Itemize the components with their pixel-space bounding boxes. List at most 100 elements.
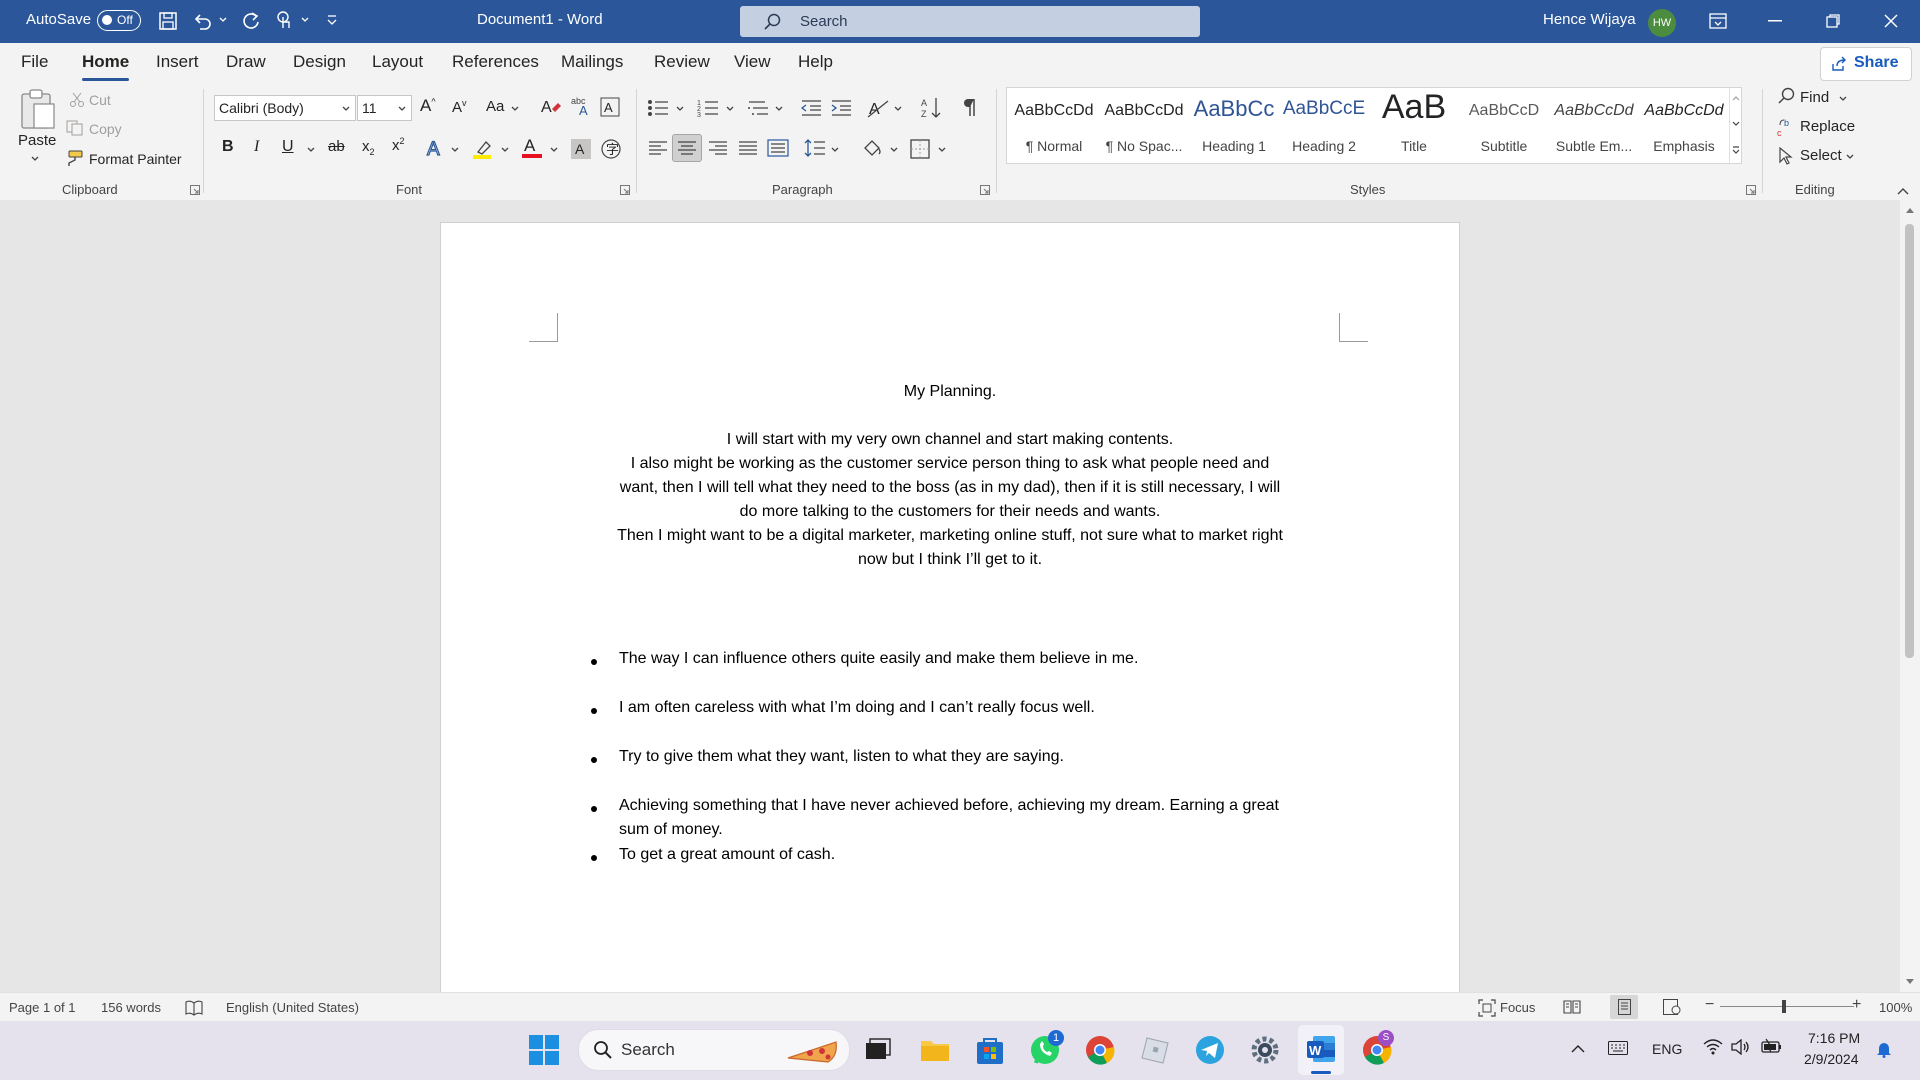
- touch-dropdown-icon[interactable]: [300, 15, 310, 25]
- text-effects-icon[interactable]: A: [425, 138, 447, 158]
- scroll-thumb[interactable]: [1905, 224, 1914, 658]
- doc-paragraph-line[interactable]: want, then I will tell what they need to…: [441, 479, 1459, 497]
- microsoft-store-icon[interactable]: [973, 1033, 1007, 1067]
- doc-paragraph-line[interactable]: I also might be working as the customer …: [441, 455, 1459, 473]
- bullets-icon[interactable]: [647, 99, 669, 117]
- styles-launcher-icon[interactable]: [1746, 185, 1756, 195]
- font-name-select[interactable]: Calibri (Body): [214, 95, 356, 121]
- format-painter-icon[interactable]: [66, 149, 84, 167]
- paragraph-launcher-icon[interactable]: [980, 185, 990, 195]
- restore-icon[interactable]: [1826, 14, 1840, 28]
- format-painter-label[interactable]: Format Painter: [89, 151, 182, 167]
- doc-paragraph-line[interactable]: Then I might want to be a digital market…: [441, 527, 1459, 545]
- clear-formatting-icon[interactable]: A: [540, 97, 562, 117]
- enclose-characters-icon[interactable]: 字: [601, 139, 621, 159]
- proofing-book-icon[interactable]: [185, 1000, 203, 1016]
- tab-design[interactable]: Design: [293, 52, 346, 72]
- tab-file[interactable]: File: [21, 52, 48, 72]
- replace-label[interactable]: Replace: [1800, 118, 1855, 135]
- distributed-icon[interactable]: [767, 139, 789, 157]
- shading-dropdown-icon[interactable]: [889, 146, 899, 154]
- style-title[interactable]: AaB Title: [1369, 88, 1459, 163]
- customize-qat-icon[interactable]: [325, 14, 339, 28]
- notifications-bell-icon[interactable]: [1876, 1040, 1892, 1058]
- user-name[interactable]: Hence Wijaya: [1543, 11, 1636, 28]
- tab-layout[interactable]: Layout: [372, 52, 423, 72]
- tab-insert[interactable]: Insert: [156, 52, 199, 72]
- find-dropdown-icon[interactable]: [1838, 95, 1848, 103]
- strikethrough-icon[interactable]: ab: [328, 138, 345, 155]
- font-launcher-icon[interactable]: [620, 185, 630, 195]
- text-direction-icon[interactable]: A: [866, 97, 890, 119]
- list-item[interactable]: Achieving something that I have never ac…: [619, 797, 1279, 815]
- multilevel-dropdown-icon[interactable]: [774, 105, 784, 113]
- font-color-dropdown-icon[interactable]: [549, 146, 559, 154]
- select-cursor-icon[interactable]: [1778, 147, 1794, 165]
- save-icon[interactable]: [158, 11, 178, 31]
- sort-icon[interactable]: AZ: [920, 96, 944, 120]
- tab-view[interactable]: View: [734, 52, 771, 72]
- redo-icon[interactable]: [240, 10, 262, 32]
- close-icon[interactable]: [1884, 14, 1898, 28]
- zoom-slider-thumb[interactable]: [1782, 1000, 1786, 1013]
- multilevel-list-icon[interactable]: [747, 98, 769, 118]
- cut-label[interactable]: Cut: [89, 92, 111, 108]
- telegram-icon[interactable]: [1193, 1033, 1227, 1067]
- tab-mailings[interactable]: Mailings: [561, 52, 623, 72]
- style-emphasis[interactable]: AaBbCcDd Emphasis: [1639, 88, 1729, 163]
- undo-dropdown-icon[interactable]: [218, 15, 228, 25]
- autosave-toggle[interactable]: Off: [97, 10, 141, 31]
- list-item[interactable]: Try to give them what they want, listen …: [619, 748, 1064, 766]
- doc-title[interactable]: My Planning.: [441, 383, 1459, 401]
- character-border-icon[interactable]: A: [600, 97, 620, 117]
- zoom-slider-track[interactable]: [1720, 1006, 1854, 1007]
- replace-icon[interactable]: bc: [1776, 117, 1796, 137]
- numbering-icon[interactable]: 123: [697, 98, 719, 118]
- align-left-icon[interactable]: [648, 140, 668, 156]
- decrease-indent-icon[interactable]: [800, 99, 822, 117]
- align-center-button[interactable]: [672, 134, 702, 162]
- page-count[interactable]: Page 1 of 1: [9, 1000, 76, 1015]
- tab-home[interactable]: Home: [82, 52, 129, 72]
- text-effects-typography-icon[interactable]: abc A: [570, 95, 592, 117]
- undo-icon[interactable]: [192, 11, 214, 31]
- style-heading-2[interactable]: AaBbCcE Heading 2: [1279, 88, 1369, 163]
- zoom-in-button[interactable]: +: [1852, 996, 1861, 1014]
- keyboard-icon[interactable]: [1608, 1041, 1628, 1055]
- line-spacing-dropdown-icon[interactable]: [830, 146, 840, 154]
- list-item-continuation[interactable]: sum of money.: [619, 821, 723, 839]
- search-box[interactable]: Search: [740, 6, 1200, 37]
- language-status[interactable]: English (United States): [226, 1000, 359, 1015]
- share-button[interactable]: Share: [1820, 47, 1912, 81]
- styles-scroll-down-icon[interactable]: [1731, 120, 1741, 128]
- style-no-spacing[interactable]: AaBbCcDd ¶ No Spac...: [1099, 88, 1189, 163]
- character-shading-icon[interactable]: A: [571, 139, 591, 159]
- wifi-icon[interactable]: [1703, 1039, 1723, 1055]
- avatar[interactable]: HW: [1648, 9, 1676, 37]
- text-direction-dropdown-icon[interactable]: [893, 105, 903, 113]
- bullets-dropdown-icon[interactable]: [675, 105, 685, 113]
- file-explorer-icon[interactable]: [918, 1033, 952, 1067]
- font-size-select[interactable]: 11: [357, 95, 412, 121]
- scroll-down-icon[interactable]: [1905, 978, 1915, 986]
- underline-icon[interactable]: U: [282, 138, 294, 156]
- italic-icon[interactable]: I: [254, 138, 259, 156]
- find-label[interactable]: Find: [1800, 89, 1829, 106]
- underline-dropdown-icon[interactable]: [306, 146, 316, 154]
- cut-icon[interactable]: [69, 92, 85, 108]
- style-heading-1[interactable]: AaBbCc Heading 1: [1189, 88, 1279, 163]
- tab-references[interactable]: References: [452, 52, 539, 72]
- settings-gear-icon[interactable]: [1248, 1033, 1282, 1067]
- paste-label[interactable]: Paste: [18, 132, 56, 149]
- justify-icon[interactable]: [738, 140, 758, 156]
- clock-date[interactable]: 2/9/2024: [1804, 1051, 1859, 1067]
- borders-icon[interactable]: [910, 139, 930, 159]
- print-layout-button[interactable]: [1610, 995, 1638, 1019]
- doc-paragraph-line[interactable]: now but I think I’ll get to it.: [441, 551, 1459, 569]
- windows-start-icon[interactable]: [528, 1034, 560, 1066]
- collapse-ribbon-icon[interactable]: [1896, 186, 1910, 196]
- find-icon[interactable]: [1778, 87, 1796, 105]
- web-layout-icon[interactable]: [1663, 999, 1681, 1015]
- zoom-out-button[interactable]: −: [1705, 996, 1714, 1014]
- increase-indent-icon[interactable]: [830, 99, 852, 117]
